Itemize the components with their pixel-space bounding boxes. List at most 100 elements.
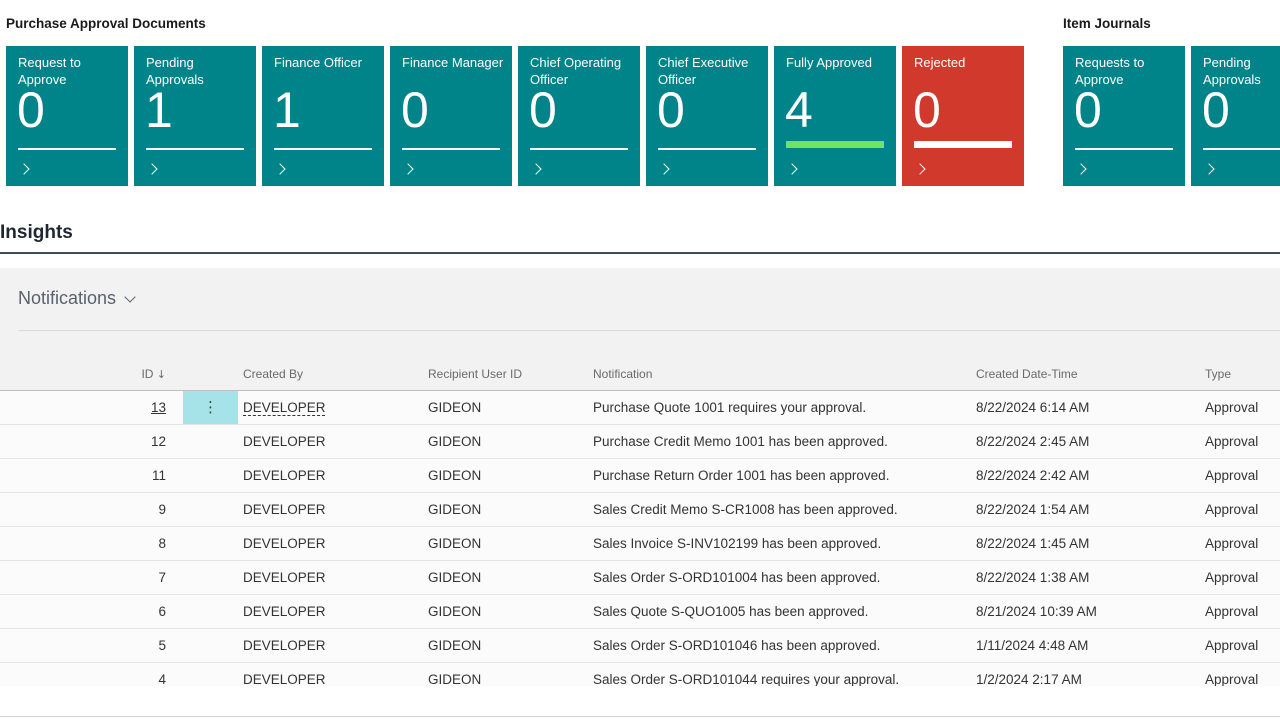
table-row[interactable]: 9 DEVELOPER GIDEON Sales Credit Memo S-C… [0, 493, 1280, 527]
row-id-link[interactable]: 13 [151, 400, 166, 415]
cue-tile[interactable]: Finance Officer 1 [262, 46, 384, 186]
row-type: Approval [1205, 527, 1280, 560]
cue-tile-value: 1 [145, 84, 173, 136]
insights-heading: Insights [0, 222, 73, 244]
row-type: Approval [1205, 595, 1280, 628]
row-notification-text: Sales Invoice S-INV102199 has been appro… [593, 527, 971, 560]
cue-tile-underline [146, 148, 244, 150]
cue-tile-value: 0 [1202, 84, 1230, 136]
column-header-notification[interactable]: Notification [593, 358, 971, 391]
cue-tile-underline [18, 148, 116, 150]
cue-tile-value: 4 [785, 84, 813, 136]
cue-tile[interactable]: Finance Manager 0 [390, 46, 512, 186]
table-row[interactable]: 13 ⋮ DEVELOPER GIDEON Purchase Quote 100… [0, 391, 1280, 425]
cue-tile[interactable]: Requests to Approve 0 [1063, 46, 1185, 186]
chevron-right-icon [1075, 163, 1086, 174]
cue-tile-underline [1075, 148, 1173, 150]
cue-tile-title: Fully Approved [786, 55, 891, 72]
column-header-type[interactable]: Type [1205, 358, 1280, 391]
row-created-by: DEVELOPER [243, 629, 413, 662]
chevron-right-icon [146, 163, 157, 174]
table-row[interactable]: 6 DEVELOPER GIDEON Sales Quote S-QUO1005… [0, 595, 1280, 629]
cue-tile[interactable]: Rejected 0 [902, 46, 1024, 186]
notifications-header-divider [18, 330, 1280, 331]
row-created-by: DEVELOPER [243, 425, 413, 458]
row-id-link[interactable]: 6 [158, 604, 166, 619]
row-notification-text: Sales Credit Memo S-CR1008 has been appr… [593, 493, 971, 526]
cue-tile-underline [658, 148, 756, 150]
next-section-divider [0, 716, 1280, 717]
cue-tile-underline [530, 148, 628, 150]
cue-tile[interactable]: Chief Executive Officer 0 [646, 46, 768, 186]
row-notification-text: Sales Order S-ORD101004 has been approve… [593, 561, 971, 594]
table-row[interactable]: 11 DEVELOPER GIDEON Purchase Return Orde… [0, 459, 1280, 493]
row-id-link[interactable]: 11 [152, 468, 166, 483]
row-created-date-time: 8/22/2024 2:45 AM [976, 425, 1194, 458]
row-created-by: DEVELOPER [243, 459, 413, 492]
column-header-recipient-user-id[interactable]: Recipient User ID [428, 358, 583, 391]
cue-tile[interactable]: Request to Approve 0 [6, 46, 128, 186]
row-created-date-time: 8/22/2024 2:42 AM [976, 459, 1194, 492]
row-recipient-user-id: GIDEON [428, 629, 583, 662]
row-created-date-time: 1/11/2024 4:48 AM [976, 629, 1194, 662]
cue-tile[interactable]: Chief Operating Officer 0 [518, 46, 640, 186]
row-recipient-user-id: GIDEON [428, 527, 583, 560]
table-row[interactable]: 4 DEVELOPER GIDEON Sales Order S-ORD1010… [0, 663, 1280, 686]
row-type: Approval [1205, 663, 1280, 686]
chevron-right-icon [274, 163, 285, 174]
column-header-created-date-time[interactable]: Created Date-Time [976, 358, 1194, 391]
row-id-link[interactable]: 9 [158, 502, 166, 517]
row-created-by: DEVELOPER [243, 561, 413, 594]
chevron-right-icon [402, 163, 413, 174]
notifications-section-toggle[interactable]: Notifications [18, 288, 134, 309]
cue-tile-row-purchase: Request to Approve 0 Pending Approvals 1… [6, 46, 1024, 186]
group-label-purchase-approval-documents: Purchase Approval Documents [6, 16, 206, 31]
cue-tile[interactable]: Fully Approved 4 [774, 46, 896, 186]
cue-tile-value: 0 [17, 84, 45, 136]
table-row[interactable]: 12 DEVELOPER GIDEON Purchase Credit Memo… [0, 425, 1280, 459]
cue-tile-row-item-journals: Requests to Approve 0 Pending Approvals … [1063, 46, 1280, 186]
cue-tile[interactable]: Pending Approvals 1 [134, 46, 256, 186]
row-recipient-user-id: GIDEON [428, 459, 583, 492]
row-recipient-user-id: GIDEON [428, 561, 583, 594]
row-notification-text: Sales Order S-ORD101046 has been approve… [593, 629, 971, 662]
column-header-created-by[interactable]: Created By [243, 358, 413, 391]
chevron-right-icon [1203, 163, 1214, 174]
cue-tile-underline [402, 148, 500, 150]
chevron-right-icon [914, 163, 925, 174]
row-type: Approval [1205, 459, 1280, 492]
sort-descending-icon: ↓ [157, 368, 166, 381]
row-id-link[interactable]: 8 [158, 536, 166, 551]
row-created-by: DEVELOPER [243, 595, 413, 628]
cue-tile-value: 0 [529, 84, 557, 136]
row-notification-text: Sales Quote S-QUO1005 has been approved. [593, 595, 971, 628]
row-type: Approval [1205, 561, 1280, 594]
row-id-link[interactable]: 4 [158, 672, 166, 686]
table-row[interactable]: 7 DEVELOPER GIDEON Sales Order S-ORD1010… [0, 561, 1280, 595]
cue-tile-value: 0 [913, 84, 941, 136]
table-row[interactable]: 8 DEVELOPER GIDEON Sales Invoice S-INV10… [0, 527, 1280, 561]
vertical-ellipsis-icon: ⋮ [203, 391, 218, 424]
row-id-link[interactable]: 5 [158, 638, 166, 653]
row-created-date-time: 8/21/2024 10:39 AM [976, 595, 1194, 628]
table-row[interactable]: 5 DEVELOPER GIDEON Sales Order S-ORD1010… [0, 629, 1280, 663]
row-id-link[interactable]: 7 [158, 570, 166, 585]
cue-tile-title: Rejected [914, 55, 1019, 72]
row-created-by: DEVELOPER [243, 527, 413, 560]
cue-tile-underline [786, 141, 884, 148]
cue-tile-title: Finance Manager [402, 55, 507, 72]
row-created-date-time: 1/2/2024 2:17 AM [976, 663, 1194, 686]
row-notification-text: Purchase Quote 1001 requires your approv… [593, 391, 971, 424]
cue-tile[interactable]: Pending Approvals 0 [1191, 46, 1280, 186]
row-type: Approval [1205, 629, 1280, 662]
column-header-id[interactable]: ID ↓ [60, 358, 166, 391]
row-notification-text: Purchase Credit Memo 1001 has been appro… [593, 425, 971, 458]
chevron-right-icon [530, 163, 541, 174]
row-recipient-user-id: GIDEON [428, 391, 583, 424]
row-created-date-time: 8/22/2024 1:38 AM [976, 561, 1194, 594]
cue-tile-underline [914, 141, 1012, 148]
chevron-right-icon [18, 163, 29, 174]
row-id-link[interactable]: 12 [151, 434, 166, 449]
notifications-card: Notifications ID ↓ Created By Recipient … [0, 268, 1280, 686]
row-options-button[interactable]: ⋮ [183, 391, 238, 424]
